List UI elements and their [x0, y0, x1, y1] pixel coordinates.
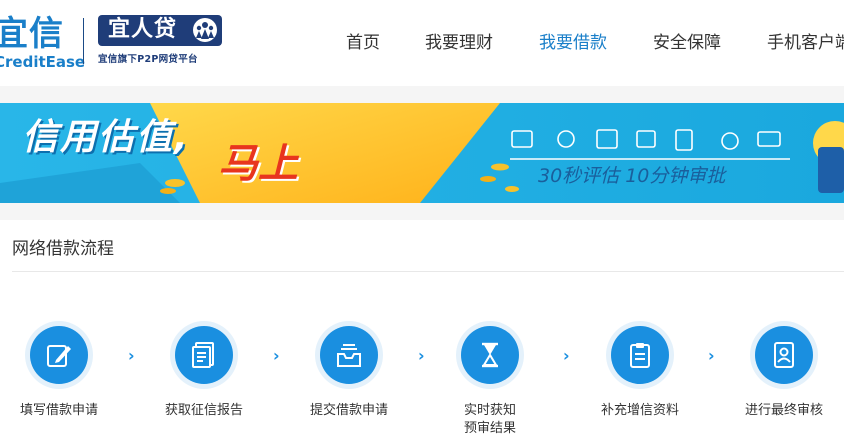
step-circle	[30, 326, 88, 384]
step-circle	[755, 326, 813, 384]
nav-item-security[interactable]: 安全保障	[653, 30, 721, 56]
nav-item-mobile-app[interactable]: 手机客户端	[767, 30, 844, 56]
step-label: 获取征信报告	[164, 403, 243, 418]
step-label: 进行最终审核	[744, 403, 823, 418]
step-label: 填写借款申请	[19, 403, 98, 418]
inbox-icon	[337, 344, 361, 367]
main-nav: 首页 我要理财 我要借款 安全保障 手机客户端	[0, 30, 844, 58]
banner-headline: 信用估值,	[22, 117, 190, 158]
site-header: 宜信 CreditEase 宜人贷 宜信旗下P2P网贷平台 首页 我要理财 我要…	[0, 0, 844, 86]
process-step-3[interactable]: 提交借款申请	[279, 326, 419, 444]
banner-headline-accent: 马上	[218, 141, 298, 187]
nav-item-invest[interactable]: 我要理财	[425, 30, 493, 56]
step-circle	[175, 326, 233, 384]
section-divider	[12, 271, 844, 272]
report-icon	[192, 342, 214, 368]
clipboard-icon	[630, 343, 650, 368]
step-label: 补充增信资料	[600, 403, 679, 418]
step-circle	[461, 326, 519, 384]
nav-item-home[interactable]: 首页	[346, 30, 380, 56]
process-step-2[interactable]: 获取征信报告	[134, 326, 274, 444]
hourglass-icon	[482, 342, 498, 368]
process-step-1[interactable]: 填写借款申请	[0, 326, 129, 444]
pen-icon	[47, 345, 71, 367]
id-card-icon	[774, 342, 794, 368]
process-step-6[interactable]: 进行最终审核	[714, 326, 844, 444]
step-circle	[611, 326, 669, 384]
banner-subline: 30秒评估 10分钟审批	[538, 165, 726, 187]
process-step-4[interactable]: 实时获知 预审结果	[420, 326, 560, 444]
section-title: 网络借款流程	[12, 239, 114, 259]
step-label: 提交借款申请	[309, 403, 388, 418]
step-label: 实时获知 预审结果	[463, 403, 516, 436]
nav-item-borrow[interactable]: 我要借款	[539, 30, 607, 56]
step-circle	[320, 326, 378, 384]
process-step-5[interactable]: 补充增信资料	[570, 326, 710, 444]
chevron-right-icon: ›	[563, 346, 570, 365]
promo-banner[interactable]: 信用估值, 马上 30秒评估 10分钟审批	[0, 103, 844, 203]
